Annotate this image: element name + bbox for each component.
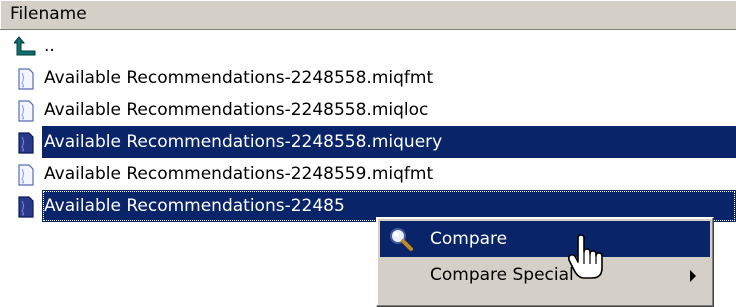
menu-item-label: Compare Special (430, 265, 574, 285)
document-icon (18, 132, 34, 154)
list-item-label: Available Recommendations-2248558.miqloc (44, 100, 429, 120)
list-item-label: Available Recommendations-2248558.miquer… (42, 126, 736, 158)
menu-item-compare-special[interactable]: Compare Special (380, 257, 710, 293)
document-icon (18, 100, 34, 122)
menu-item-compare[interactable]: Compare (380, 221, 710, 257)
document-icon (18, 68, 34, 90)
filename-column-header[interactable] (0, 0, 736, 29)
column-header: Filename (0, 0, 736, 30)
parent-folder-up-arrow-icon (14, 36, 36, 56)
magnifier-icon (390, 228, 413, 251)
submenu-arrow-icon (690, 270, 696, 282)
list-item-label: .. (44, 36, 55, 56)
list-item-label: Available Recommendations-2248558.miqfmt (44, 68, 434, 88)
list-item-selected[interactable]: Available Recommendations-2248558.miquer… (0, 126, 736, 158)
list-item[interactable]: Available Recommendations-2248558.miqloc (0, 94, 736, 126)
filename-column-label: Filename (10, 4, 87, 24)
hand-pointer-cursor-icon (568, 234, 603, 279)
document-icon (18, 196, 34, 218)
list-item[interactable]: Available Recommendations-2248559.miqfmt (0, 158, 736, 190)
list-item-label: Available Recommendations-2248559.miqfmt (44, 164, 434, 184)
list-item-parent-folder[interactable]: .. (0, 30, 736, 62)
list-item[interactable]: Available Recommendations-2248558.miqfmt (0, 62, 736, 94)
menu-item-label: Compare (430, 229, 508, 249)
document-icon (18, 164, 34, 186)
context-menu: Compare Compare Special (376, 217, 714, 307)
